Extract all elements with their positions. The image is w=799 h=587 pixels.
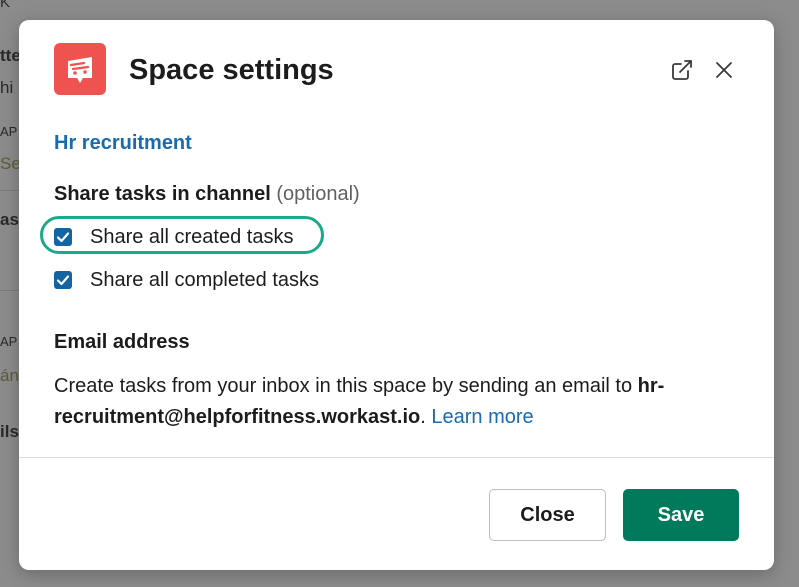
bg-fragment: hi (0, 78, 14, 97)
share-tasks-label-text: Share tasks in channel (54, 183, 271, 205)
email-address-label: Email address (54, 331, 190, 353)
bg-fragment: AP (0, 124, 18, 139)
share-created-tasks-option[interactable]: Share all created tasks (54, 224, 293, 250)
bg-fragment: as (0, 210, 19, 229)
close-button[interactable]: Close (489, 489, 606, 541)
space-name-link[interactable]: Hr recruitment (54, 132, 192, 155)
share-created-tasks-label: Share all created tasks (90, 225, 294, 248)
bg-fragment: ils (0, 422, 19, 441)
save-button[interactable]: Save (623, 489, 739, 541)
footer-divider (19, 457, 774, 458)
share-completed-tasks-checkbox[interactable] (54, 271, 72, 289)
email-description-end: . (420, 406, 426, 428)
optional-note: (optional) (276, 183, 360, 205)
bg-fragment: AP (0, 334, 18, 349)
learn-more-link[interactable]: Learn more (431, 406, 533, 428)
dialog-header: Space settings (54, 43, 739, 95)
space-settings-dialog: Space settings Hr recruitment Share task… (19, 20, 774, 570)
share-created-tasks-checkbox[interactable] (54, 228, 72, 246)
close-icon[interactable] (709, 55, 739, 85)
bg-fragment: án (0, 366, 19, 385)
email-description-text: Create tasks from your inbox in this spa… (54, 375, 638, 397)
workast-logo-icon (54, 43, 106, 95)
share-tasks-label: Share tasks in channel (optional) (54, 183, 360, 206)
bg-fragment: K (0, 0, 11, 11)
open-in-new-window-icon[interactable] (667, 55, 697, 85)
email-description: Create tasks from your inbox in this spa… (54, 371, 724, 433)
dialog-title: Space settings (129, 54, 334, 86)
share-completed-tasks-option[interactable]: Share all completed tasks (54, 267, 319, 293)
bg-fragment: tte (0, 46, 21, 65)
share-completed-tasks-label: Share all completed tasks (90, 268, 320, 291)
